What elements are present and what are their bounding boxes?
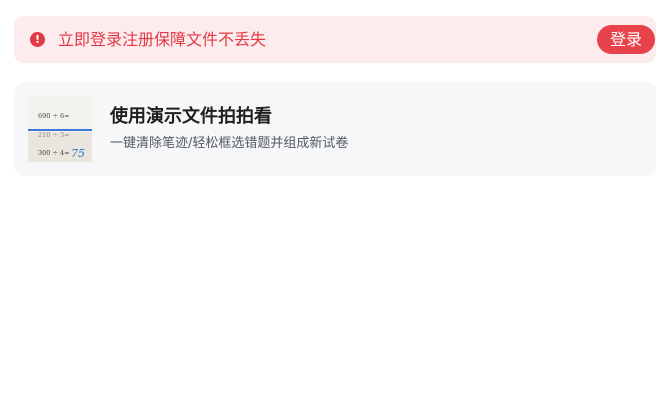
login-button[interactable]: 登录	[597, 25, 655, 54]
worksheet-line-2: 210 ÷ 3=	[38, 131, 70, 139]
worksheet-handwriting: 75	[71, 147, 85, 160]
demo-card-subtitle: 一键清除笔迹/轻松框选错题并组成新试卷	[110, 136, 349, 151]
login-reminder-banner: ! 立即登录注册保障文件不丢失 登录	[14, 16, 656, 63]
worksheet-thumbnail-image: 690 ÷ 6= 210 ÷ 3= 300 ÷ 4= 75	[28, 96, 92, 162]
exclamation-icon: !	[30, 32, 45, 47]
page: ! 立即登录注册保障文件不丢失 登录 690 ÷ 6= 210 ÷ 3= 300…	[0, 0, 670, 415]
demo-card-title: 使用演示文件拍拍看	[110, 106, 272, 127]
demo-file-card[interactable]: 690 ÷ 6= 210 ÷ 3= 300 ÷ 4= 75 使用演示文件拍拍看 …	[14, 82, 656, 176]
worksheet-line-3: 300 ÷ 4=	[38, 149, 70, 157]
worksheet-line-1: 690 ÷ 6=	[38, 112, 70, 120]
login-reminder-text: 立即登录注册保障文件不丢失	[58, 30, 267, 49]
worksheet-thumbnail: 690 ÷ 6= 210 ÷ 3= 300 ÷ 4= 75	[28, 96, 92, 162]
